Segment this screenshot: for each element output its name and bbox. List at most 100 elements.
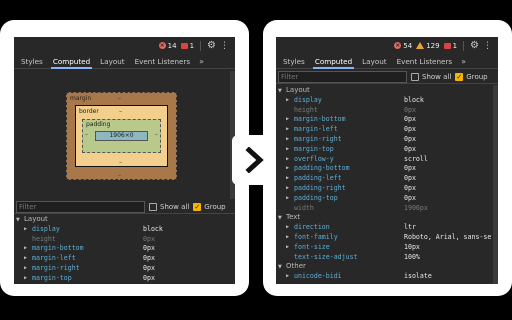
tab-event-listeners[interactable]: Event Listeners — [130, 54, 196, 69]
property-row[interactable]: ▶ margin-bottom 0px — [14, 244, 235, 254]
more-tabs-icon[interactable]: » — [195, 57, 208, 66]
tab-event-listeners[interactable]: Event Listeners — [392, 54, 458, 69]
property-row[interactable]: ▶ unicode-bidi isolate — [276, 272, 498, 282]
property-row[interactable]: ▶ overflow-y scroll — [276, 155, 498, 165]
group-header-other[interactable]: ▼ Other — [276, 262, 498, 272]
gear-icon[interactable]: ⚙ — [470, 40, 479, 51]
box-model-content[interactable]: 1906×0 — [95, 131, 148, 141]
group-label: Group — [204, 202, 226, 211]
error-count[interactable]: × 54 — [394, 42, 412, 50]
error-icon: × — [394, 42, 402, 49]
property-value: isolate — [404, 272, 432, 281]
message-count[interactable]: 1 — [180, 42, 194, 50]
property-row[interactable]: ▶ margin-top 0px — [14, 274, 235, 284]
box-model-border[interactable]: border – – padding – – 1906×0 — [75, 105, 168, 167]
property-name: overflow-y — [294, 154, 334, 163]
property-value: 0px — [404, 125, 416, 134]
property-name: margin-top — [294, 144, 334, 153]
group-checkbox[interactable]: ✓ Group — [455, 72, 488, 81]
property-row[interactable]: ▶ padding-right 0px — [276, 184, 498, 194]
more-tabs-icon[interactable]: » — [457, 57, 470, 66]
property-row[interactable]: ▶ margin-bottom 0px — [276, 115, 498, 125]
filter-input[interactable] — [278, 70, 407, 83]
property-name: margin-bottom — [294, 115, 346, 124]
property-row[interactable]: ▶ display block — [14, 225, 235, 235]
property-row[interactable]: ▶ margin-right 0px — [14, 264, 235, 274]
expand-right-icon: ▶ — [24, 225, 28, 232]
property-row[interactable]: ▶ font-family Roboto, Arial, sans-se — [276, 233, 498, 243]
property-name: margin-right — [32, 263, 80, 272]
expand-right-icon: ▶ — [286, 126, 290, 133]
property-row[interactable]: ▶ margin-top 0px — [276, 145, 498, 155]
property-name: unicode-bidi — [294, 272, 342, 281]
property-row[interactable]: ▶ margin-right 0px — [276, 135, 498, 145]
box-model-margin[interactable]: margin – – border – – padding – – 1906×0 — [66, 92, 177, 180]
group-label: Layout — [286, 86, 310, 94]
more-vert-icon[interactable]: ⋮ — [220, 41, 229, 51]
property-name: padding-right — [294, 183, 346, 192]
property-value: 1906px — [404, 203, 428, 212]
error-icon: × — [158, 42, 166, 49]
group-header-layout[interactable]: ▼ Layout — [14, 215, 235, 225]
error-count-label: 14 — [167, 41, 177, 50]
property-row[interactable]: ▶ direction ltr — [276, 223, 498, 233]
box-model-padding[interactable]: padding – – 1906×0 — [82, 119, 161, 153]
property-name: text-size-adjust — [294, 252, 358, 261]
show-all-checkbox[interactable]: Show all — [149, 202, 189, 211]
group-label: Text — [286, 213, 301, 222]
expand-right-icon: ▶ — [286, 145, 290, 152]
margin-bottom-value: – — [118, 172, 121, 179]
property-row[interactable]: ▶ padding-top 0px — [276, 194, 498, 204]
tab-computed[interactable]: Computed — [48, 54, 95, 69]
group-label: Layout — [24, 215, 48, 223]
tab-styles[interactable]: Styles — [16, 54, 48, 69]
property-row[interactable]: height 0px — [14, 235, 235, 245]
more-vert-icon[interactable]: ⋮ — [483, 41, 492, 51]
property-name: margin-bottom — [32, 244, 84, 253]
property-value: Roboto, Arial, sans-se — [404, 232, 492, 241]
filter-bar: Show all ✓Group — [276, 70, 498, 84]
property-name: width — [294, 203, 314, 212]
property-value: ltr — [404, 223, 416, 232]
show-all-label: Show all — [422, 72, 452, 81]
devtools-panel-left: × 14 1 ⚙ ⋮ Styles Computed Layout Event L… — [14, 37, 235, 284]
property-name: direction — [294, 223, 330, 232]
gear-icon[interactable]: ⚙ — [207, 40, 216, 51]
property-row[interactable]: width 1906px — [276, 204, 498, 214]
tab-bar: Styles Computed Layout Event Listeners » — [14, 54, 235, 69]
message-count[interactable]: 1 — [443, 42, 457, 50]
group-checkbox[interactable]: ✓ Group — [193, 202, 226, 211]
property-row[interactable]: ▶ display block — [276, 96, 498, 106]
property-row[interactable]: ▶ padding-left 0px — [276, 174, 498, 184]
warning-count[interactable]: 129 — [416, 42, 440, 50]
property-row[interactable]: height 0px — [276, 106, 498, 116]
property-row[interactable]: text-size-adjust 100% — [276, 253, 498, 263]
expand-right-icon: ▶ — [286, 243, 290, 250]
checkbox-checked-icon: ✓ — [455, 72, 464, 81]
expand-right-icon: ▶ — [286, 155, 290, 162]
show-all-checkbox[interactable]: Show all — [411, 72, 452, 81]
property-row[interactable]: ▶ margin-left 0px — [14, 254, 235, 264]
error-count[interactable]: × 14 — [158, 41, 177, 50]
group-header-text[interactable]: ▼ Text — [276, 213, 498, 223]
property-row[interactable]: ▶ margin-left 0px — [276, 125, 498, 135]
tab-computed[interactable]: Computed — [310, 54, 357, 69]
group-header-layout[interactable]: ▼ Layout — [276, 86, 498, 96]
margin-label: margin — [70, 95, 92, 102]
tab-layout[interactable]: Layout — [357, 54, 391, 69]
tab-styles[interactable]: Styles — [278, 54, 310, 69]
property-value: block — [143, 224, 163, 233]
property-name: padding-left — [294, 174, 342, 183]
tab-layout[interactable]: Layout — [95, 54, 129, 69]
property-row[interactable]: ▶ padding-bottom 0px — [276, 164, 498, 174]
property-row[interactable]: ▶ font-size 10px — [276, 243, 498, 253]
toolbar: × 14 1 ⚙ ⋮ — [14, 37, 235, 54]
filter-input[interactable] — [16, 200, 145, 213]
property-name: font-size — [294, 242, 330, 251]
padding-right-value: – — [155, 131, 158, 138]
checkbox-icon — [411, 72, 419, 81]
